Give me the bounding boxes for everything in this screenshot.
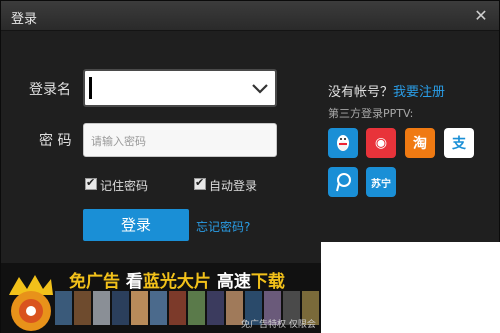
poster-image [93,291,110,325]
suning-login-button[interactable]: 苏宁 [366,167,396,197]
weibo-icon: ◉ [374,135,388,151]
pptv-p-icon [336,173,351,192]
taobao-login-button[interactable]: 淘 [405,128,435,158]
pptv-login-button[interactable] [328,167,358,197]
login-window: 登录 ✕ 登录名 密 码 请输入密码 ✔ 记住密码 ✔ 自动登录 登录 忘记密码… [0,0,500,333]
weibo-login-button[interactable]: ◉ [366,128,396,158]
no-account-text: 没有帐号？ [328,85,394,100]
alipay-login-button[interactable]: 支 [444,128,474,158]
taobao-icon: 淘 [413,136,427,152]
close-icon[interactable]: ✕ [471,6,491,26]
poster-image [150,291,167,325]
check-icon: ✔ [86,176,96,189]
forgot-password-link[interactable]: 忘记密码? [196,218,250,235]
banner-download: 下载 [250,272,285,292]
password-label: 密 码 [39,133,72,149]
poster-image [112,291,129,325]
text-caret [89,77,92,99]
poster-image [169,291,186,325]
promo-banner[interactable]: 免广告 看蓝光大片 高速下载 免广告特权 仅限会 [1,263,321,333]
login-button[interactable]: 登录 [83,209,189,241]
window-title: 登录 [11,12,38,27]
banner-ad-note: 免广告特权 仅限会 [241,320,316,330]
blank-area [321,242,500,333]
auto-login-label[interactable]: 自动登录 [209,177,257,194]
poster-image [74,291,91,325]
crown-mascot-icon [9,275,53,331]
check-icon: ✔ [195,176,205,189]
poster-image [131,291,148,325]
password-field[interactable]: 请输入密码 [83,123,277,157]
suning-icon: 苏宁 [371,178,391,190]
remember-password-checkbox[interactable]: ✔ [85,176,97,190]
qq-penguin-icon [337,135,349,151]
banner-headline: 免广告 看蓝光大片 高速下载 [69,267,285,292]
chevron-down-icon[interactable] [249,77,271,99]
banner-free-ad: 免广告 [69,272,120,292]
alipay-icon: 支 [452,136,466,152]
poster-image [207,291,224,325]
remember-password-label[interactable]: 记住密码 [100,177,148,194]
banner-bluray: 蓝光大片 [142,272,211,292]
username-combobox[interactable] [83,69,277,107]
username-label: 登录名 [29,82,71,98]
auto-login-checkbox[interactable]: ✔ [194,176,206,190]
banner-see: 看 [125,272,143,292]
register-link[interactable]: 我要注册 [393,85,445,100]
poster-image [188,291,205,325]
third-party-login-label: 第三方登录PPTV: [328,107,414,120]
banner-speed: 高速 [216,272,251,292]
title-bar[interactable]: 登录 ✕ [1,1,499,31]
register-prompt: 没有帐号？我要注册 [328,81,445,100]
qq-login-button[interactable] [328,128,358,158]
